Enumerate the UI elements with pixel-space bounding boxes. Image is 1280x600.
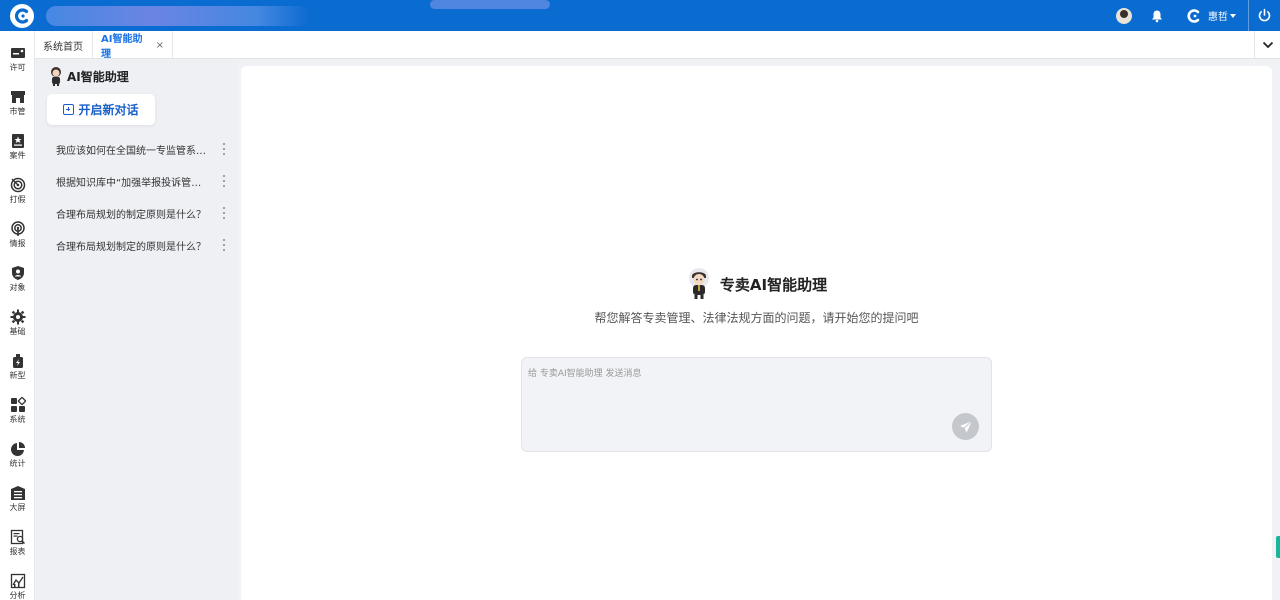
conversation-title: 合理布局规划的制定原则是什么？ bbox=[56, 209, 206, 221]
rail-item-counterfeit[interactable]: 打假 bbox=[0, 171, 35, 215]
conversation-title: 我应该如何在全国统一专监管系统中 bbox=[56, 145, 206, 157]
side-float-handle[interactable] bbox=[1276, 536, 1280, 558]
rail-label: 市管 bbox=[9, 107, 26, 116]
sidebar-title: AI智能助理 bbox=[67, 69, 129, 84]
broadcast-icon bbox=[10, 221, 25, 236]
analysis-chart-icon bbox=[10, 573, 25, 589]
rail-item-case[interactable]: 案件 bbox=[0, 127, 35, 171]
rail-label: 系统 bbox=[9, 415, 26, 424]
bell-icon[interactable] bbox=[1150, 9, 1164, 23]
chevron-down-icon bbox=[1262, 41, 1273, 49]
rail-item-system[interactable]: 系统 bbox=[0, 391, 35, 435]
conversation-item[interactable]: 根据知识库中“加强举报投诉管理” bbox=[36, 165, 238, 197]
top-bar: 惠哲 bbox=[0, 0, 1280, 31]
rail-item-new-type[interactable]: 新型 bbox=[0, 347, 35, 391]
chat-main-panel: 专卖AI智能助理 帮您解答专卖管理、法律法规方面的问题，请开始您的提问吧 bbox=[241, 66, 1272, 600]
more-vertical-icon[interactable] bbox=[222, 239, 226, 251]
top-right-tools: 惠哲 bbox=[1116, 0, 1280, 31]
more-vertical-icon[interactable] bbox=[222, 175, 226, 187]
welcome-hero: 专卖AI智能助理 帮您解答专卖管理、法律法规方面的问题，请开始您的提问吧 bbox=[241, 268, 1272, 326]
license-icon bbox=[10, 48, 25, 58]
rail-item-report[interactable]: 报表 bbox=[0, 523, 35, 567]
conversation-title: 根据知识库中“加强举报投诉管理” bbox=[56, 177, 206, 189]
pie-icon bbox=[10, 442, 25, 456]
case-icon bbox=[11, 134, 24, 148]
redacted-app-title bbox=[46, 6, 310, 26]
send-button[interactable] bbox=[952, 413, 979, 440]
target-icon bbox=[10, 177, 25, 193]
rail-item-analysis[interactable]: 分析 bbox=[0, 567, 35, 600]
rail-item-big-screen[interactable]: 大屏 bbox=[0, 479, 35, 523]
rail-item-object[interactable]: 对象 bbox=[0, 259, 35, 303]
user-avatar[interactable] bbox=[1116, 7, 1132, 24]
message-input[interactable] bbox=[528, 366, 948, 382]
tab-home[interactable]: 系统首页 bbox=[35, 31, 93, 59]
rail-label: 许可 bbox=[9, 63, 26, 72]
rail-label: 打假 bbox=[9, 195, 26, 204]
module-rail: 许可 市管 案件 打假 情报 对象 基础 新型 系统 统计 大屏 报表 分析 bbox=[0, 31, 35, 600]
app-logo[interactable] bbox=[10, 4, 34, 28]
assistant-subtitle: 帮您解答专卖管理、法律法规方面的问题，请开始您的提问吧 bbox=[594, 311, 919, 325]
message-composer bbox=[521, 357, 992, 452]
add-square-icon bbox=[63, 104, 75, 115]
conversation-item[interactable]: 合理布局规划制定的原则是什么？ bbox=[36, 229, 238, 261]
rail-item-market[interactable]: 市管 bbox=[0, 83, 35, 127]
new-chat-label: 开启新对话 bbox=[78, 103, 139, 117]
rail-label: 基础 bbox=[9, 327, 26, 336]
chevron-down-icon[interactable] bbox=[1230, 13, 1236, 18]
brand-c-icon bbox=[1186, 8, 1202, 24]
rail-label: 分析 bbox=[9, 591, 26, 600]
brand-logo-icon bbox=[14, 8, 29, 24]
grid-icon bbox=[10, 397, 26, 412]
conversation-title: 合理布局规划制定的原则是什么？ bbox=[56, 241, 206, 253]
close-icon[interactable]: × bbox=[156, 40, 164, 51]
power-icon[interactable] bbox=[1257, 8, 1272, 23]
conversation-item[interactable]: 合理布局规划的制定原则是什么？ bbox=[36, 197, 238, 229]
assistant-avatar-icon bbox=[688, 268, 709, 299]
user-shield-icon bbox=[11, 266, 24, 280]
rail-label: 报表 bbox=[9, 547, 26, 556]
assistant-title: 专卖AI智能助理 bbox=[719, 275, 828, 294]
rail-item-intel[interactable]: 情报 bbox=[0, 215, 35, 259]
rail-item-license[interactable]: 许可 bbox=[0, 39, 35, 83]
rail-label: 案件 bbox=[9, 151, 26, 160]
user-name[interactable]: 惠哲 bbox=[1208, 8, 1228, 23]
store-icon bbox=[10, 91, 25, 103]
rail-label: 对象 bbox=[9, 283, 26, 292]
bolt-icon bbox=[12, 354, 23, 368]
tab-ai-assistant[interactable]: AI智能助理 × bbox=[93, 31, 173, 60]
rail-item-basic[interactable]: 基础 bbox=[0, 303, 35, 347]
conversation-sidebar: AI智能助理 开启新对话 我应该如何在全国统一专监管系统中 根据知识库中“加强举… bbox=[36, 60, 238, 600]
report-search-icon bbox=[10, 529, 25, 545]
rail-label: 大屏 bbox=[9, 503, 26, 512]
tab-menu-button[interactable] bbox=[1254, 31, 1280, 59]
send-icon bbox=[959, 420, 972, 432]
screen-icon bbox=[10, 486, 25, 500]
rail-label: 情报 bbox=[9, 239, 26, 248]
assistant-avatar-icon bbox=[51, 67, 61, 86]
more-vertical-icon[interactable] bbox=[222, 207, 226, 219]
tab-label: AI智能助理 bbox=[101, 34, 143, 60]
tab-bar: 系统首页 AI智能助理 × bbox=[35, 31, 1280, 60]
hero-title-row: 专卖AI智能助理 bbox=[686, 268, 827, 300]
rail-item-stats[interactable]: 统计 bbox=[0, 435, 35, 479]
rail-label: 新型 bbox=[9, 371, 26, 380]
topbar-divider bbox=[1248, 0, 1249, 31]
more-vertical-icon[interactable] bbox=[222, 143, 226, 155]
tab-label: 系统首页 bbox=[43, 41, 83, 53]
new-chat-button[interactable]: 开启新对话 bbox=[47, 94, 155, 125]
rail-label: 统计 bbox=[9, 459, 26, 468]
sidebar-header: AI智能助理 bbox=[48, 66, 129, 86]
conversation-item[interactable]: 我应该如何在全国统一专监管系统中 bbox=[36, 133, 238, 165]
redacted-header-text bbox=[430, 0, 550, 9]
gear-icon bbox=[10, 309, 25, 325]
